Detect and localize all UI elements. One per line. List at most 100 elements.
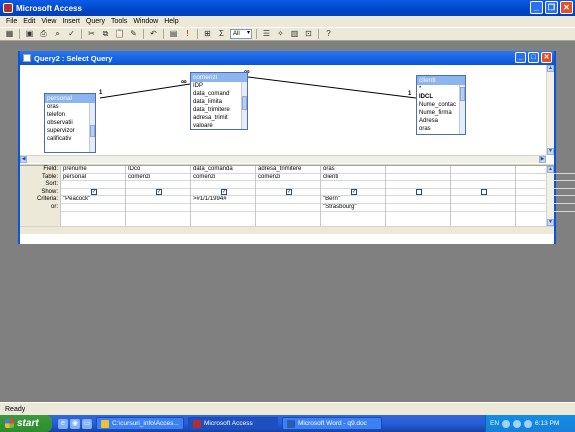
show-checkbox[interactable] [416,188,422,195]
paste-icon[interactable]: 📋 [114,29,125,39]
properties-icon[interactable]: ☰ [261,29,272,39]
cut-icon[interactable]: ✂ [86,29,97,39]
menu-query[interactable]: Query [86,18,105,25]
show-cell[interactable]: ✓ [321,188,385,197]
grid-cell-criteria[interactable] [386,196,450,204]
grid-cell-sort[interactable] [61,181,125,189]
menu-edit[interactable]: Edit [23,18,35,25]
grid-cell-field[interactable] [386,166,450,174]
scroll-right-icon[interactable]: ▶ [539,156,546,163]
grid-cell-sort[interactable] [386,181,450,189]
field-item[interactable]: supervizor [47,127,95,135]
field-item[interactable]: calificativ [47,135,95,143]
grid-cell-or[interactable] [386,204,450,212]
save-icon[interactable]: ▣ [24,29,35,39]
show-checkbox[interactable]: ✓ [91,188,97,195]
field-item[interactable]: adresa_trimit [193,114,247,122]
grid-cell-criteria[interactable]: >#1/1/1994# [191,196,255,204]
grid-hscroll[interactable] [20,226,554,234]
field-item[interactable]: data_trimitere [193,106,247,114]
app-close-button[interactable]: ✕ [560,1,573,14]
copy-icon[interactable]: ⧉ [100,29,111,39]
totals-icon[interactable]: Σ [216,29,227,39]
grid-cell-table[interactable]: comenzi [191,174,255,182]
grid-cell-table[interactable] [451,174,515,182]
show-checkbox[interactable]: ✓ [221,188,227,195]
grid-cell-field[interactable]: prenume [61,166,125,174]
show-table-icon[interactable]: ⊞ [202,29,213,39]
grid-cell-table[interactable]: clienti [321,174,385,182]
grid-cell-criteria[interactable] [126,196,190,204]
query-minimize-button[interactable]: _ [515,52,526,63]
volume-icon[interactable] [513,419,522,428]
field-item[interactable]: data_limita [193,98,247,106]
grid-cell-criteria[interactable] [451,196,515,204]
grid-cell-criteria[interactable]: "Bern" [321,196,385,204]
show-cell[interactable] [386,188,450,197]
menu-insert[interactable]: Insert [62,18,80,25]
scroll-up-icon[interactable]: ▲ [547,65,554,72]
scroll-up-icon[interactable]: ▲ [547,166,554,173]
run-icon[interactable]: ! [182,29,193,39]
grid-cell-sort[interactable] [126,181,190,189]
show-cell[interactable] [451,188,515,197]
show-checkbox[interactable]: ✓ [286,188,292,195]
grid-vscroll[interactable]: ▲ ▼ [546,166,554,226]
grid-cell-table[interactable] [386,174,450,182]
query-close-button[interactable]: ✕ [541,52,552,63]
grid-cell-or[interactable] [61,204,125,212]
browser-icon[interactable]: e [58,418,68,429]
media-icon[interactable]: ◉ [70,418,80,429]
menu-window[interactable]: Window [133,18,158,25]
grid-cell-field[interactable]: adresa_trimitere [256,166,320,174]
taskbar-item-word[interactable]: Microsoft Word - q9.doc [282,417,382,430]
taskbar-item-explorer[interactable]: C:\cursuri_info\Acces... [96,417,184,430]
table-comenzi[interactable]: comenzi IDP data_comand data_limita data… [190,72,248,130]
field-item[interactable]: oras [47,103,95,111]
grid-cell-or[interactable] [126,204,190,212]
menu-tools[interactable]: Tools [111,18,127,25]
top-values-combo[interactable]: All [230,29,252,39]
show-cell[interactable]: ✓ [256,188,320,197]
help-icon[interactable]: ? [323,29,334,39]
query-maximize-button[interactable]: □ [528,52,539,63]
database-window-icon[interactable]: ▥ [289,29,300,39]
view-icon[interactable]: ▦ [4,29,15,39]
table-clienti-scrollbar[interactable] [459,85,465,134]
new-object-icon[interactable]: ⊡ [303,29,314,39]
language-indicator[interactable]: EN [490,420,499,427]
undo-icon[interactable]: ↶ [148,29,159,39]
scroll-down-icon[interactable]: ▼ [547,219,554,226]
field-item[interactable]: observatii [47,119,95,127]
scroll-left-icon[interactable]: ◀ [20,156,27,163]
table-pane-hscroll[interactable]: ◀ ▶ [20,155,546,163]
grid-cell-field[interactable]: IDco [126,166,190,174]
field-item[interactable]: IDP [193,82,247,90]
grid-cell-table[interactable]: comenzi [256,174,320,182]
menu-view[interactable]: View [41,18,56,25]
grid-cell-sort[interactable] [191,181,255,189]
print-preview-icon[interactable]: ⌕ [52,29,63,39]
grid-cell-sort[interactable] [256,181,320,189]
grid-cell-field[interactable] [451,166,515,174]
grid-cell-or[interactable] [191,204,255,212]
desktop-icon[interactable]: ▭ [82,418,92,429]
grid-cell-sort[interactable] [321,181,385,189]
taskbar-item-access[interactable]: Microsoft Access [188,417,278,430]
start-button[interactable]: start [0,415,52,432]
grid-cell-criteria[interactable] [256,196,320,204]
grid-cell-or[interactable] [256,204,320,212]
print-icon[interactable]: ⎙ [38,29,49,39]
grid-cell-table[interactable]: personal [61,174,125,182]
grid-cell-sort[interactable] [451,181,515,189]
show-checkbox[interactable]: ✓ [156,188,162,195]
grid-cell-or[interactable]: "Strasbourg" [321,204,385,212]
table-pane-vscroll[interactable]: ▲ ▼ [546,65,554,155]
network-icon[interactable] [502,419,511,428]
app-minimize-button[interactable]: _ [530,1,543,14]
table-clienti[interactable]: clienti * IDCL Nume_contac Nume_firma Ad… [416,75,466,135]
show-cell[interactable]: ✓ [191,188,255,197]
table-personal-scrollbar[interactable] [89,103,95,152]
grid-cell-criteria[interactable]: "Peacock" [61,196,125,204]
grid-cell-field[interactable]: oras [321,166,385,174]
